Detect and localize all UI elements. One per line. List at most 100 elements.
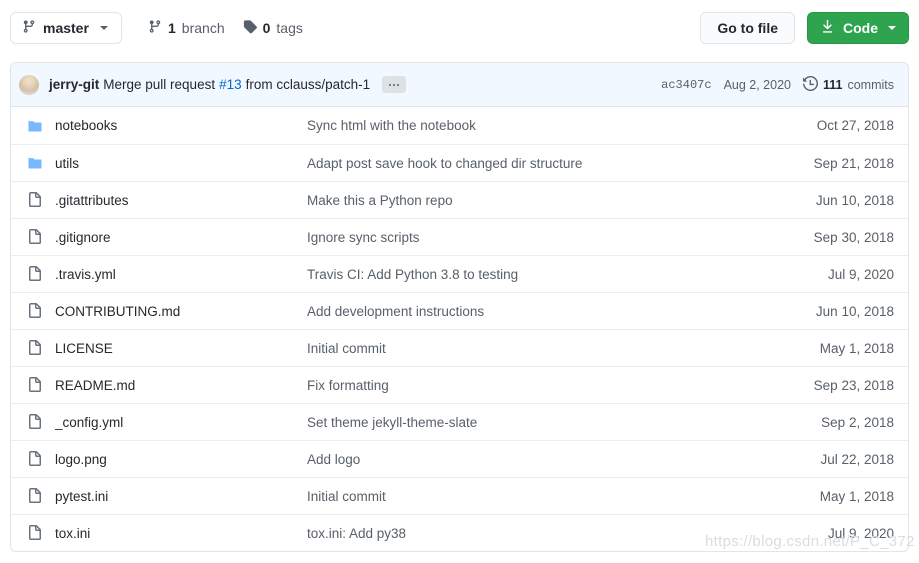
table-row[interactable]: LICENSE Initial commit May 1, 2018 [11,329,908,366]
commits-count-label: commits [847,77,894,92]
file-name-link[interactable]: _config.yml [55,415,307,430]
latest-commit-bar: jerry-git Merge pull request #13 from cc… [11,63,908,107]
commit-message-link[interactable]: Initial commit [307,341,776,356]
download-icon [820,19,835,37]
branch-icon [148,19,162,37]
commit-message-link[interactable]: Adapt post save hook to changed dir stru… [307,156,776,171]
table-row[interactable]: tox.ini tox.ini: Add py38 Jul 9, 2020 [11,514,908,551]
file-name-link[interactable]: pytest.ini [55,489,307,504]
chevron-down-icon [99,26,108,30]
commit-message-link[interactable]: tox.ini: Add py38 [307,526,776,541]
commit-date: Aug 2, 2020 [723,77,791,92]
file-icon [27,488,55,504]
folder-icon [27,155,55,171]
file-icon [27,525,55,541]
table-row[interactable]: README.md Fix formatting Sep 23, 2018 [11,366,908,403]
file-commit-date: Jun 10, 2018 [815,303,894,319]
latest-commit-message: jerry-git Merge pull request #13 from cc… [49,76,407,93]
avatar[interactable] [19,74,39,95]
commit-sha[interactable]: ac3407c [661,78,711,92]
commit-message-link[interactable]: Add logo [307,452,776,467]
table-row[interactable]: notebooks Sync html with the notebook Oct … [11,107,908,144]
branch-count-label: branch [181,20,225,36]
file-icon [27,340,55,356]
commit-author-link[interactable]: jerry-git [49,77,99,92]
commit-expand-ellipsis-button[interactable] [382,76,407,93]
table-row[interactable]: CONTRIBUTING.md Add development instructi… [11,292,908,329]
ellipsis-dot [397,83,400,86]
file-commit-date: Sep 30, 2018 [813,229,894,245]
code-button[interactable]: Code [807,12,909,44]
file-icon [27,192,55,208]
table-row[interactable]: .gitignore Ignore sync scripts Sep 30, 201… [11,218,908,255]
table-row[interactable]: .travis.yml Travis CI: Add Python 3.8 to … [11,255,908,292]
chevron-down-icon [888,26,896,30]
file-name-link[interactable]: tox.ini [55,526,307,541]
ellipsis-dot [393,83,396,86]
commit-message-prefix: Merge pull request [103,77,216,92]
table-row[interactable]: .gitattributes Make this a Python repo Jun… [11,181,908,218]
file-commit-date: Jul 9, 2020 [827,266,894,282]
code-button-label: Code [843,20,878,36]
file-name-link[interactable]: utils [55,156,307,171]
commit-message-suffix: from cclauss/patch-1 [245,77,371,92]
history-icon [802,75,818,94]
tag-icon [243,19,257,37]
commit-message-link[interactable]: Travis CI: Add Python 3.8 to testing [307,267,776,282]
file-list-container: jerry-git Merge pull request #13 from cc… [10,62,909,552]
file-rows: notebooks Sync html with the notebook Oct … [11,107,908,551]
file-icon [27,451,55,467]
folder-icon [27,118,55,134]
file-name-link[interactable]: notebooks [55,118,307,133]
file-name-link[interactable]: README.md [55,378,307,393]
tag-count-link[interactable]: 0 tags [243,19,303,37]
commits-count-value: 111 [822,77,843,92]
commit-message-link[interactable]: Make this a Python repo [307,193,776,208]
file-name-link[interactable]: .gitignore [55,230,307,245]
table-row[interactable]: pytest.ini Initial commit May 1, 2018 [11,477,908,514]
branch-count-value: 1 [168,20,176,36]
commit-message-link[interactable]: Sync html with the notebook [307,118,776,133]
table-row[interactable]: _config.yml Set theme jekyll-theme-slate S… [11,403,908,440]
tag-count-value: 0 [262,20,271,36]
branch-selector-label: master [43,20,89,36]
file-name-link[interactable]: CONTRIBUTING.md [55,304,307,319]
commit-message-link[interactable]: Initial commit [307,489,776,504]
commit-meta: ac3407c Aug 2, 2020 111 commits [661,75,894,94]
branch-selector-button[interactable]: master [10,12,122,44]
repository-toolbar: master 1 branch 0 tags Go to file Code [0,0,919,56]
file-name-link[interactable]: .travis.yml [55,267,307,282]
file-icon [27,414,55,430]
table-row[interactable]: utils Adapt post save hook to changed dir… [11,144,908,181]
go-to-file-label: Go to file [717,20,778,36]
file-commit-date: Sep 21, 2018 [813,155,894,171]
file-commit-date: Sep 2, 2018 [821,414,894,430]
file-commit-date: May 1, 2018 [819,488,894,504]
commits-count-link[interactable]: 111 commits [802,75,894,94]
commit-message-link[interactable]: Fix formatting [307,378,776,393]
commit-message-link[interactable]: Set theme jekyll-theme-slate [307,415,776,430]
table-row[interactable]: logo.png Add logo Jul 22, 2018 [11,440,908,477]
commit-message-link[interactable]: Add development instructions [307,304,776,319]
file-commit-date: May 1, 2018 [819,340,894,356]
file-commit-date: Jun 10, 2018 [815,192,894,208]
file-icon [27,266,55,282]
repository-file-browser: master 1 branch 0 tags Go to file Code j… [0,0,919,563]
file-name-link[interactable]: logo.png [55,452,307,467]
file-name-link[interactable]: LICENSE [55,341,307,356]
tag-count-label: tags [276,20,303,36]
branch-icon [22,19,36,37]
file-commit-date: Sep 23, 2018 [813,377,894,393]
branch-count-link[interactable]: 1 branch [148,19,225,37]
file-commit-date: Jul 9, 2020 [827,525,894,541]
ellipsis-dot [389,83,392,86]
file-icon [27,229,55,245]
file-icon [27,303,55,319]
commit-message-link[interactable]: Ignore sync scripts [307,230,776,245]
pull-request-link[interactable]: #13 [219,77,242,92]
file-commit-date: Jul 22, 2018 [820,451,894,467]
file-icon [27,377,55,393]
file-name-link[interactable]: .gitattributes [55,193,307,208]
go-to-file-button[interactable]: Go to file [700,12,795,44]
file-commit-date: Oct 27, 2018 [816,118,894,133]
